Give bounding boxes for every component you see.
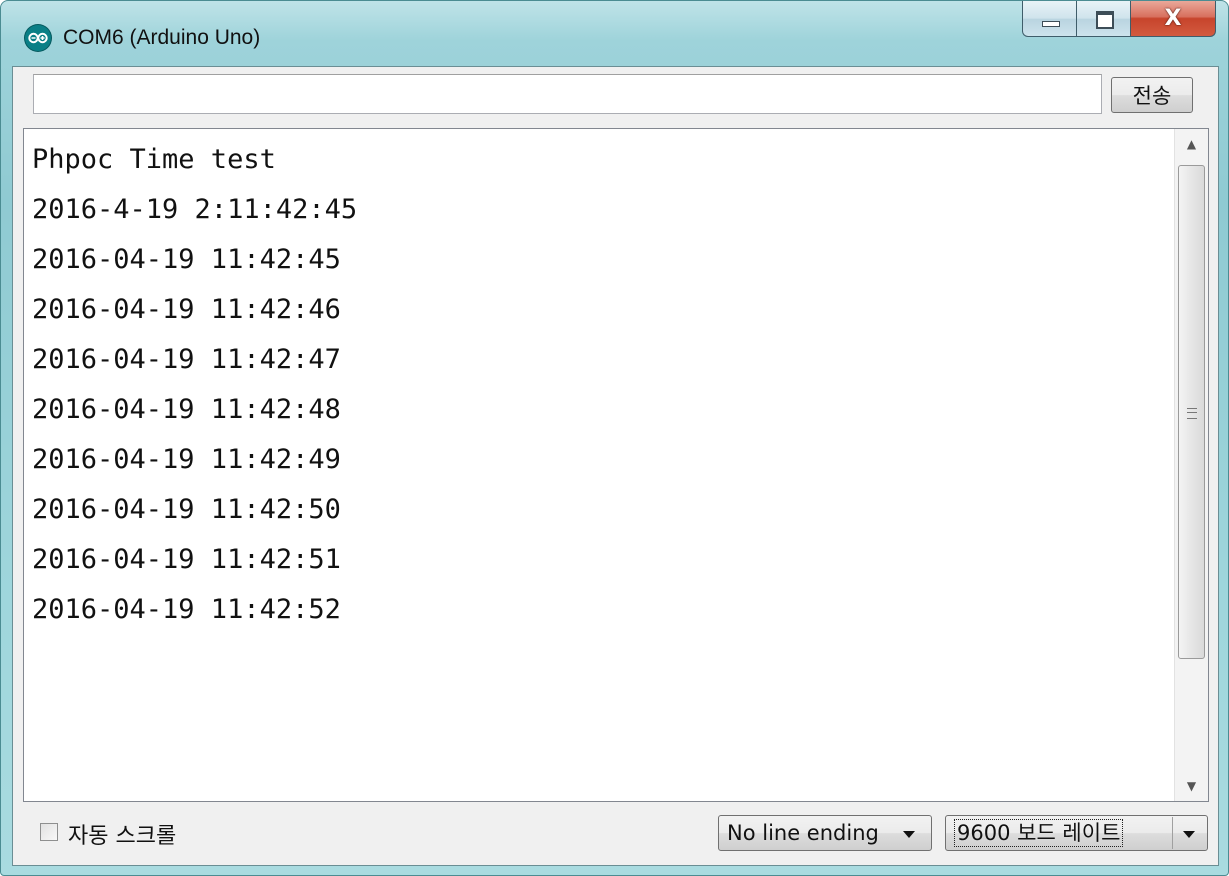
caption-buttons: X [1022, 1, 1216, 41]
output-line: 2016-04-19 11:42:47 [32, 344, 341, 375]
close-icon: X [1164, 6, 1182, 31]
autoscroll-checkbox[interactable] [40, 823, 58, 841]
arduino-icon [25, 25, 51, 51]
autoscroll-label: 자동 스크롤 [68, 824, 177, 849]
serial-send-input[interactable] [33, 74, 1102, 114]
output-line: 2016-04-19 11:42:46 [32, 294, 341, 325]
output-line: 2016-04-19 11:42:45 [32, 244, 341, 275]
chevron-down-icon [1183, 831, 1195, 838]
vertical-scrollbar[interactable]: ▲ ▼ [1174, 129, 1208, 801]
line-ending-value: No line ending [727, 821, 879, 845]
baud-rate-select[interactable]: 9600 보드 레이트 [945, 815, 1208, 851]
serial-monitor-window: COM6 (Arduino Uno) X 전송 Phpoc Time test 2… [0, 0, 1229, 876]
title-bar[interactable]: COM6 (Arduino Uno) X [1, 1, 1228, 71]
maximize-icon [1096, 11, 1114, 29]
serial-output[interactable]: Phpoc Time test 2016-4-19 2:11:42:45 2016-… [23, 128, 1209, 802]
output-line: 2016-04-19 11:42:52 [32, 594, 341, 625]
output-line: 2016-04-19 11:42:51 [32, 544, 341, 575]
line-ending-select[interactable]: No line ending [718, 815, 932, 851]
output-line: 2016-04-19 11:42:50 [32, 494, 341, 525]
scroll-down-arrow[interactable]: ▼ [1175, 771, 1208, 801]
output-line: Phpoc Time test [32, 144, 276, 175]
chevron-down-icon [903, 831, 915, 838]
client-area: 전송 Phpoc Time test 2016-4-19 2:11:42:45 20… [12, 66, 1219, 866]
baud-rate-value: 9600 보드 레이트 [954, 819, 1124, 847]
scroll-up-arrow[interactable]: ▲ [1175, 129, 1208, 159]
dropdown-separator [1172, 817, 1173, 849]
minimize-button[interactable] [1022, 1, 1076, 37]
window-title: COM6 (Arduino Uno) [63, 26, 261, 49]
grip-icon [1187, 408, 1197, 419]
maximize-button[interactable] [1076, 1, 1130, 37]
output-line: 2016-4-19 2:11:42:45 [32, 194, 358, 225]
scroll-thumb[interactable] [1178, 165, 1205, 659]
output-line: 2016-04-19 11:42:48 [32, 394, 341, 425]
close-button[interactable]: X [1130, 1, 1216, 37]
minimize-icon [1042, 21, 1060, 27]
output-line: 2016-04-19 11:42:49 [32, 444, 341, 475]
send-button[interactable]: 전송 [1111, 77, 1193, 113]
output-lines: Phpoc Time test 2016-4-19 2:11:42:45 2016-… [32, 135, 357, 635]
